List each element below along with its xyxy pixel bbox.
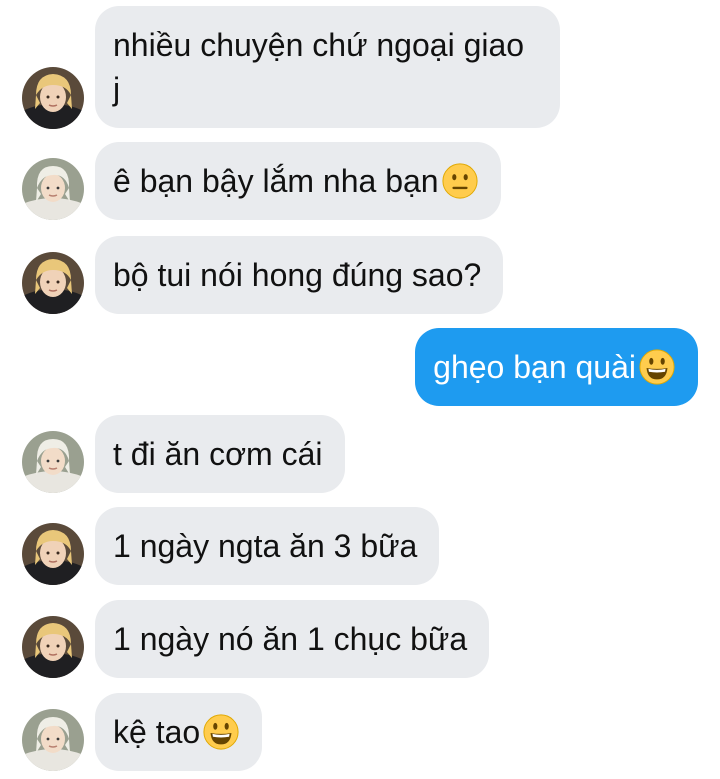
message-text: 1 ngày ngta ăn 3 bữa: [113, 528, 418, 564]
avatar[interactable]: [22, 158, 84, 220]
avatar[interactable]: [22, 616, 84, 678]
message-text: ghẹo bạn quài: [433, 349, 636, 385]
message-bubble[interactable]: bộ tui nói hong đúng sao?: [95, 236, 504, 314]
chat-thread: nhiều chuyện chứ ngoại giao j ê bạn bậy …: [0, 0, 720, 779]
message-text: nhiều chuyện chứ ngoại giao j: [113, 27, 525, 107]
neutral-face-emoji: [441, 162, 479, 200]
message-bubble-sent[interactable]: ghẹo bạn quài: [415, 328, 698, 406]
avatar[interactable]: [22, 709, 84, 771]
avatar[interactable]: [22, 523, 84, 585]
message-text: bộ tui nói hong đúng sao?: [113, 257, 482, 293]
avatar[interactable]: [22, 252, 84, 314]
avatar[interactable]: [22, 67, 84, 129]
grinning-face-emoji: [638, 348, 676, 386]
message-text: 1 ngày nó ăn 1 chục bữa: [113, 621, 468, 657]
message-bubble[interactable]: kệ tao: [95, 693, 263, 771]
message-text: kệ tao: [113, 714, 201, 750]
message-bubble[interactable]: 1 ngày nó ăn 1 chục bữa: [95, 600, 490, 678]
message-text: t đi ăn cơm cái: [113, 436, 323, 472]
message-bubble[interactable]: nhiều chuyện chứ ngoại giao j: [95, 6, 560, 128]
message-bubble[interactable]: ê bạn bậy lắm nha bạn: [95, 142, 501, 220]
message-text: ê bạn bậy lắm nha bạn: [113, 163, 439, 199]
grinning-face-emoji: [202, 713, 240, 751]
message-bubble[interactable]: t đi ăn cơm cái: [95, 415, 345, 493]
avatar[interactable]: [22, 431, 84, 493]
message-bubble[interactable]: 1 ngày ngta ăn 3 bữa: [95, 507, 440, 585]
